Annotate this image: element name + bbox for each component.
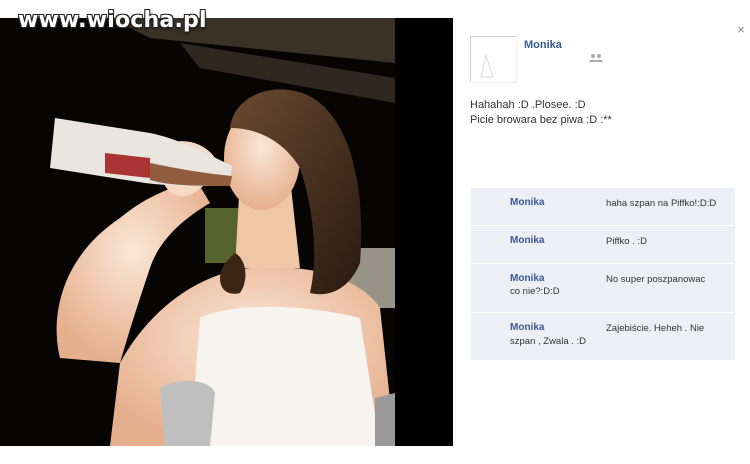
post-caption: Hahahah :D .Plosee. :D Picie browara bez… [470,98,612,128]
comment-text: Piffko . :D [606,236,648,247]
photo [0,18,453,446]
post-author-name[interactable]: Monika [524,39,562,51]
comment-author[interactable]: Monika [510,197,544,208]
avatar[interactable] [470,36,517,83]
caption-line: Hahahah :D .Plosee. :D [470,99,586,111]
comment-item: Monika Piffko . :D [471,226,735,264]
comment-item: Monika haha szpan na Piffko!:D:D [471,188,735,226]
close-button[interactable]: × [735,23,747,37]
comments-list: Monika haha szpan na Piffko!:D:D Monika … [471,188,735,361]
comment-text-continued: co nie?:D:D [510,286,560,297]
comment-author[interactable]: Monika [510,235,544,246]
comment-text: No super poszpanowac [606,274,706,285]
watermark-logo: www.wiocha.pl [18,8,207,33]
caption-line: Picie browara bez piwa :D :** [470,114,612,126]
comment-text-continued: szpan , Zwala . :D [510,336,587,347]
friends-icon[interactable] [589,53,603,63]
comment-text: Zajebiście. Heheh . Nie [606,323,705,334]
comment-author[interactable]: Monika [510,322,544,333]
avatar-image [480,53,494,78]
comment-item: Monika No super poszpanowac co nie?:D:D [471,264,735,313]
comment-text: haha szpan na Piffko!:D:D [606,198,717,209]
comment-item: Monika Zajebiście. Heheh . Nie szpan , Z… [471,313,735,361]
photo-image [0,18,453,446]
comment-author[interactable]: Monika [510,273,544,284]
